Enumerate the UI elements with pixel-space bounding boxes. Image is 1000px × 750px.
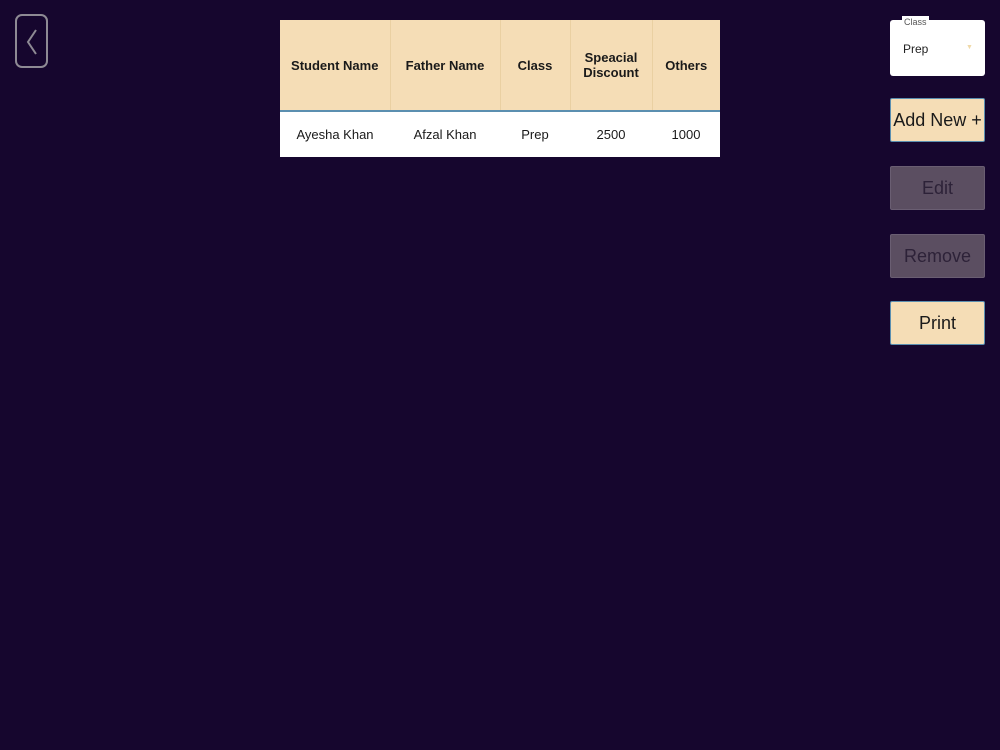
print-button[interactable]: Print: [890, 301, 985, 345]
cell-class: Prep: [500, 111, 570, 157]
column-header-others[interactable]: Others: [652, 20, 720, 112]
class-select-label: Class: [902, 16, 929, 28]
class-select-value: Prep: [903, 42, 929, 56]
column-header-student-name[interactable]: Student Name: [280, 20, 391, 112]
class-select[interactable]: Class Prep ▼: [890, 16, 985, 76]
caret-down-icon: ▼: [966, 44, 973, 51]
back-button[interactable]: [15, 14, 48, 68]
cell-special-discount: 2500: [570, 111, 652, 157]
chevron-left-icon: [26, 29, 37, 55]
add-new-button[interactable]: Add New +: [890, 98, 985, 142]
column-header-class[interactable]: Class: [500, 20, 571, 112]
column-header-father-name[interactable]: Father Name: [390, 20, 501, 112]
cell-others: 1000: [652, 111, 720, 157]
table-row[interactable]: Ayesha Khan Afzal Khan Prep 2500 1000: [280, 111, 720, 157]
table-header-row: Student Name Father Name Class Speacial …: [280, 20, 720, 112]
cell-student-name: Ayesha Khan: [280, 111, 390, 157]
cell-father-name: Afzal Khan: [390, 111, 500, 157]
edit-button[interactable]: Edit: [890, 166, 985, 210]
fee-table: Student Name Father Name Class Speacial …: [280, 20, 720, 157]
remove-button[interactable]: Remove: [890, 234, 985, 278]
column-header-special-discount[interactable]: Speacial Discount: [570, 20, 653, 112]
